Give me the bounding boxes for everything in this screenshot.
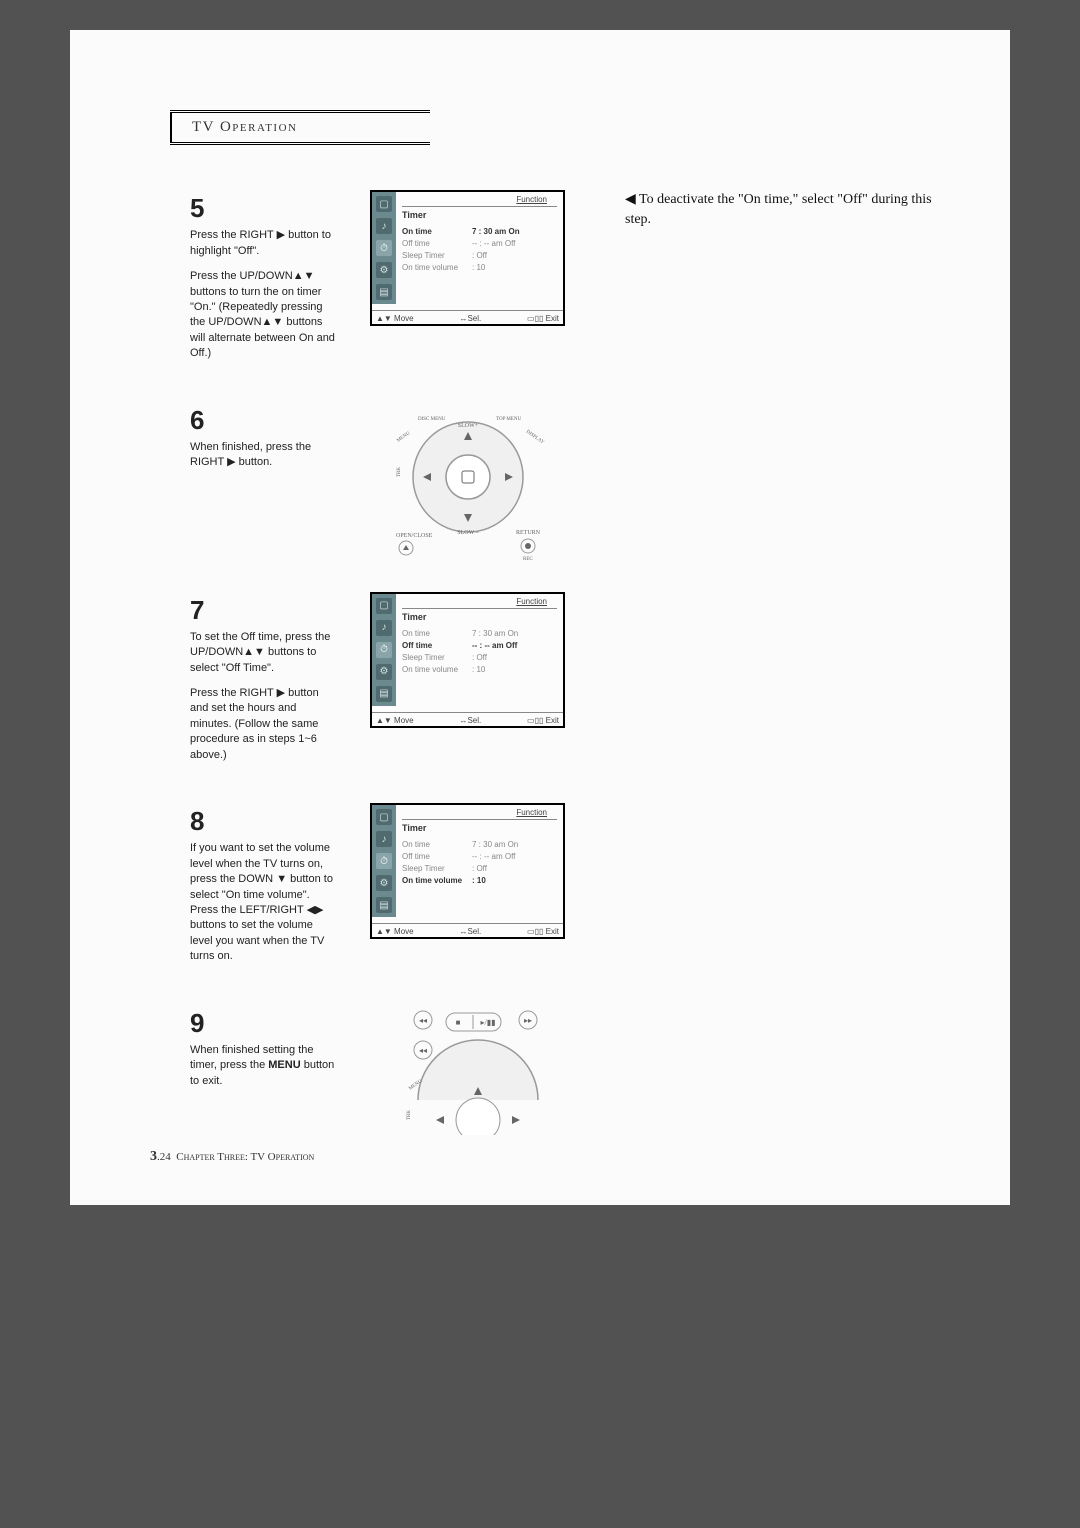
- exit-icon: ▭▯▯: [527, 314, 543, 323]
- step-number: 6: [190, 402, 338, 438]
- svg-text:SLOW –: SLOW –: [457, 530, 479, 536]
- sidebar-icon: ⏱: [376, 642, 392, 658]
- sidebar-icon: ▤: [376, 686, 392, 702]
- step-number: 7: [190, 592, 338, 628]
- sidebar-icon: ⚙: [376, 262, 392, 278]
- step-7-figure: ▢ ♪ ⏱ ⚙ ▤ Function Timer On time7 : 30 a…: [350, 592, 585, 728]
- left-triangle-icon: ◀: [625, 190, 636, 210]
- select-hint: ↔Sel.: [459, 314, 481, 323]
- instruction-text: Press the RIGHT ▶ button to highlight "O…: [190, 228, 338, 259]
- left-right-triangles-icon: ◀▶: [307, 903, 324, 918]
- step-5-text: 5 Press the RIGHT ▶ button to highlight …: [150, 190, 350, 372]
- eject-icon: [403, 545, 409, 550]
- sidebar-icon: ♪: [376, 218, 392, 234]
- step-5-figure: ▢ ♪ ⏱ ⚙ ▤ Function Timer On time7 : 30 a…: [350, 190, 585, 326]
- step-8-figure: ▢ ♪ ⏱ ⚙ ▤ Function Timer On time7 : 30 a…: [350, 803, 585, 939]
- svg-text:RETURN: RETURN: [516, 530, 541, 536]
- menu-function-label: Function: [402, 195, 557, 207]
- step-number: 8: [190, 803, 338, 839]
- step-7-text: 7 To set the Off time, press the UP/DOWN…: [150, 592, 350, 774]
- manual-page: TV Operation 5 Press the RIGHT ▶ button …: [70, 30, 1010, 1205]
- record-dot-icon: [525, 543, 531, 549]
- up-down-triangles-icon: ▲▼: [293, 269, 315, 284]
- step-7-row: 7 To set the Off time, press the UP/DOWN…: [150, 592, 950, 774]
- next-icon: ▸▸: [523, 1016, 531, 1025]
- instruction-text: Press the RIGHT ▶ button and set the hou…: [190, 686, 338, 763]
- chapter-header: TV Operation: [170, 112, 430, 143]
- svg-text:SLOW+: SLOW+: [457, 423, 478, 429]
- move-hint: ▲▼ Move: [376, 314, 414, 323]
- svg-text:TOP MENU: TOP MENU: [496, 417, 522, 422]
- step-6-text: 6 When finished, press the RIGHT ▶ butto…: [150, 402, 350, 481]
- instruction-text: When finished, press the RIGHT ▶ button.: [190, 440, 338, 471]
- menu-sidebar: ▢ ♪ ⏱ ⚙ ▤: [372, 192, 396, 304]
- svg-text:DISPLAY: DISPLAY: [524, 429, 544, 445]
- down-triangle-icon: ▼: [276, 872, 287, 887]
- sidebar-icon: ▤: [376, 897, 392, 913]
- play-pause-icon: ▸/▮▮: [480, 1018, 495, 1027]
- chapter-header-frame: TV Operation: [170, 110, 430, 145]
- step-9-figure: ◂◂ ▸▸ ■ ▸/▮▮ ◂◂ DISC MENU MENU: [350, 1005, 585, 1135]
- right-triangle-icon: ▶: [227, 455, 235, 470]
- remote-top-figure: ◂◂ ▸▸ ■ ▸/▮▮ ◂◂ DISC MENU MENU: [388, 1005, 548, 1135]
- page-number: 3: [150, 1149, 157, 1164]
- svg-text:REC: REC: [523, 557, 533, 562]
- stop-icon: ■: [455, 1018, 460, 1027]
- sidebar-icon: ♪: [376, 831, 392, 847]
- up-down-triangles-icon: ▲▼: [262, 315, 284, 330]
- remote-dpad-figure: SLOW+ SLOW – DISC MENU TOP MENU MENU DIS…: [388, 402, 548, 562]
- side-note: ◀ To deactivate the "On time," select "O…: [585, 190, 950, 229]
- prev-icon: ◂◂: [418, 1016, 426, 1025]
- step-9-text: 9 When finished setting the timer, press…: [150, 1005, 350, 1100]
- svg-text:TRK: TRK: [397, 466, 402, 476]
- footer-chapter: Chapter Three: TV Operation: [176, 1151, 314, 1163]
- right-triangle-icon: ▶: [277, 228, 285, 243]
- step-6-row: 6 When finished, press the RIGHT ▶ butto…: [150, 402, 950, 562]
- menu-button-label: MENU: [268, 1059, 300, 1071]
- up-down-triangles-icon: ▲▼: [243, 645, 265, 660]
- sidebar-icon: ⏱: [376, 240, 392, 256]
- step-8-text: 8 If you want to set the volume level wh…: [150, 803, 350, 975]
- page-footer: 3.24 Chapter Three: TV Operation: [150, 1149, 314, 1165]
- menu-sidebar: ▢ ♪ ⏱ ⚙ ▤: [372, 594, 396, 706]
- svg-text:OPEN/CLOSE: OPEN/CLOSE: [396, 533, 433, 539]
- sidebar-icon: ⚙: [376, 875, 392, 891]
- step-6-figure: SLOW+ SLOW – DISC MENU TOP MENU MENU DIS…: [350, 402, 585, 562]
- menu-sidebar: ▢ ♪ ⏱ ⚙ ▤: [372, 805, 396, 917]
- step-5-row: 5 Press the RIGHT ▶ button to highlight …: [150, 190, 950, 372]
- step-9-row: 9 When finished setting the timer, press…: [150, 1005, 950, 1135]
- sidebar-icon: ▢: [376, 598, 392, 614]
- sidebar-icon: ⏱: [376, 853, 392, 869]
- sidebar-icon: ▢: [376, 196, 392, 212]
- note-text: To deactivate the "On time," select "Off…: [625, 192, 932, 227]
- osd-menu-screenshot: ▢ ♪ ⏱ ⚙ ▤ Function Timer On time7 : 30 a…: [370, 803, 565, 939]
- osd-menu-screenshot: ▢ ♪ ⏱ ⚙ ▤ Function Timer On time7 : 30 a…: [370, 592, 565, 728]
- instruction-text: If you want to set the volume level when…: [190, 841, 338, 964]
- remote-dpad-svg: SLOW+ SLOW – DISC MENU TOP MENU MENU DIS…: [388, 402, 548, 562]
- exit-hint: ▭▯▯ Exit: [527, 314, 559, 323]
- svg-text:TRK: TRK: [407, 1109, 412, 1119]
- svg-text:MENU: MENU: [396, 430, 411, 443]
- sidebar-icon: ⚙: [376, 664, 392, 680]
- instruction-text: To set the Off time, press the UP/DOWN▲▼…: [190, 630, 338, 676]
- sidebar-icon: ▤: [376, 284, 392, 300]
- menu-title: Timer: [402, 210, 557, 220]
- step-number: 5: [190, 190, 338, 226]
- osd-menu-screenshot: ▢ ♪ ⏱ ⚙ ▤ Function Timer On time7 : 30 a…: [370, 190, 565, 326]
- step-8-row: 8 If you want to set the volume level wh…: [150, 803, 950, 975]
- instruction-text: Press the UP/DOWN▲▼ buttons to turn the …: [190, 269, 338, 361]
- svg-text:DISC MENU: DISC MENU: [418, 417, 446, 422]
- rew-icon: ◂◂: [418, 1046, 426, 1055]
- sidebar-icon: ♪: [376, 620, 392, 636]
- step-number: 9: [190, 1005, 338, 1041]
- sidebar-icon: ▢: [376, 809, 392, 825]
- right-triangle-icon: ▶: [277, 686, 285, 701]
- instruction-text: When finished setting the timer, press t…: [190, 1043, 338, 1089]
- menu-footer: ▲▼ Move ↔Sel. ▭▯▯ Exit: [372, 310, 563, 324]
